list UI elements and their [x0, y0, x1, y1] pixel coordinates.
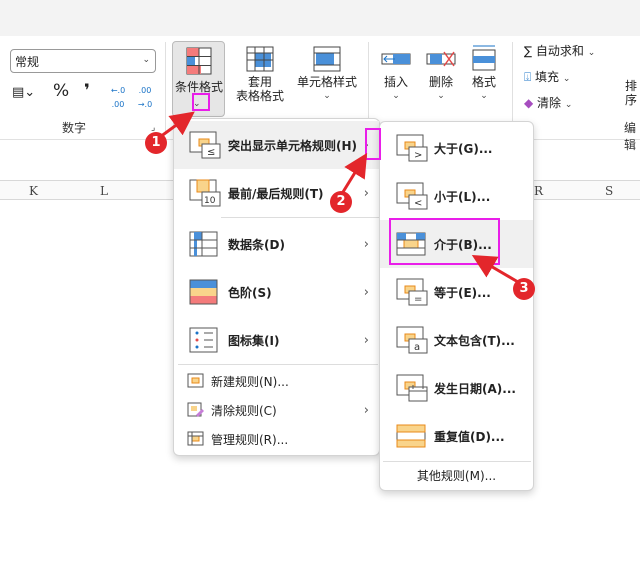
step-marker-1: 1 [145, 132, 167, 154]
annotation-arrows [159, 111, 519, 284]
step-marker-3: 3 [513, 278, 535, 300]
arrow-1 [159, 111, 195, 139]
arrow-2 [341, 152, 368, 193]
step-marker-2: 2 [330, 191, 352, 213]
arrow-3 [471, 254, 519, 284]
